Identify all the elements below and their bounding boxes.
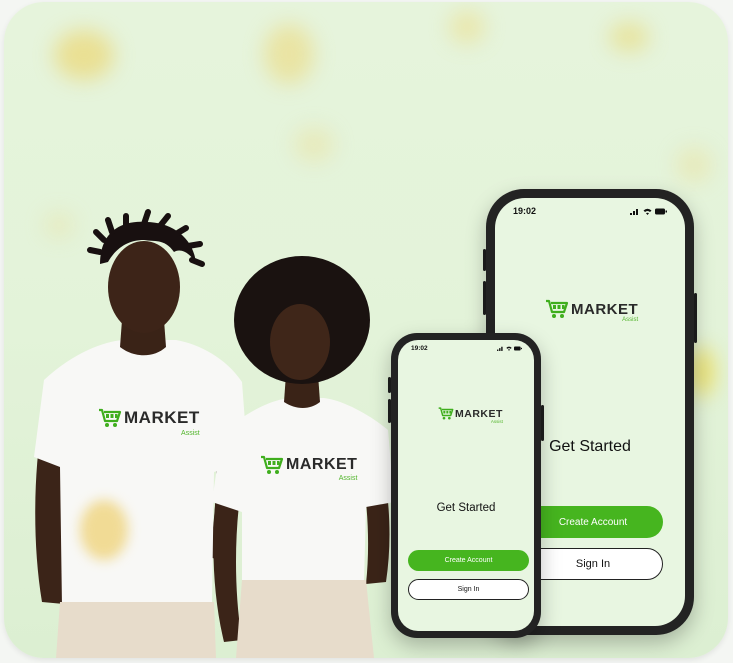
phone-side-button [694,293,697,343]
app-logo: MARKET Assist [545,298,639,323]
shirt-logo-tagline: Assist [181,430,200,437]
create-account-button[interactable]: Create Account [408,550,529,571]
app-logo-word: MARKET [571,300,639,318]
cart-icon [546,299,569,318]
shirt-logo: MARKET Assist [98,407,200,437]
status-icons [630,208,667,215]
small-phone-screen: 19:02 MARKET Assist Get Started Create A… [398,340,534,631]
shirt-logo-word: MARKET [124,408,200,427]
sign-in-button[interactable]: Sign In [408,579,529,600]
small-phone-mockup: 19:02 MARKET Assist Get Started Create A… [388,333,544,638]
sign-in-button[interactable]: Sign In [523,548,663,580]
cart-icon [99,408,122,427]
app-logo: MARKET Assist [438,406,503,424]
phone-side-button [541,405,544,441]
create-account-button[interactable]: Create Account [523,506,663,538]
phone-side-button [388,377,391,393]
battery-icon [514,346,522,351]
status-time: 19:02 [513,206,537,216]
app-logo-word: MARKET [455,407,503,420]
cart-icon [438,407,454,420]
app-logo-tagline: Assist [622,317,639,323]
wifi-icon [506,346,512,351]
battery-icon [655,208,667,215]
shirt-logo-tagline: Assist [338,475,358,482]
phone-side-button [483,281,486,315]
phone-side-button [483,249,486,271]
phone-side-button [388,399,391,423]
wifi-icon [643,208,652,215]
shirt-logo: MARKET Assist [260,454,358,482]
status-time: 19:02 [411,345,428,352]
hero-card: MARKET Assist MARKET Assist 19:02 MARKET… [4,2,728,658]
signal-icon [630,209,638,215]
get-started-title: Get Started [436,502,496,514]
status-icons [497,346,522,351]
shirt-logo-word: MARKET [286,456,358,473]
app-logo-tagline: Assist [490,419,503,424]
cart-icon [261,455,284,474]
signal-icon [497,346,503,351]
